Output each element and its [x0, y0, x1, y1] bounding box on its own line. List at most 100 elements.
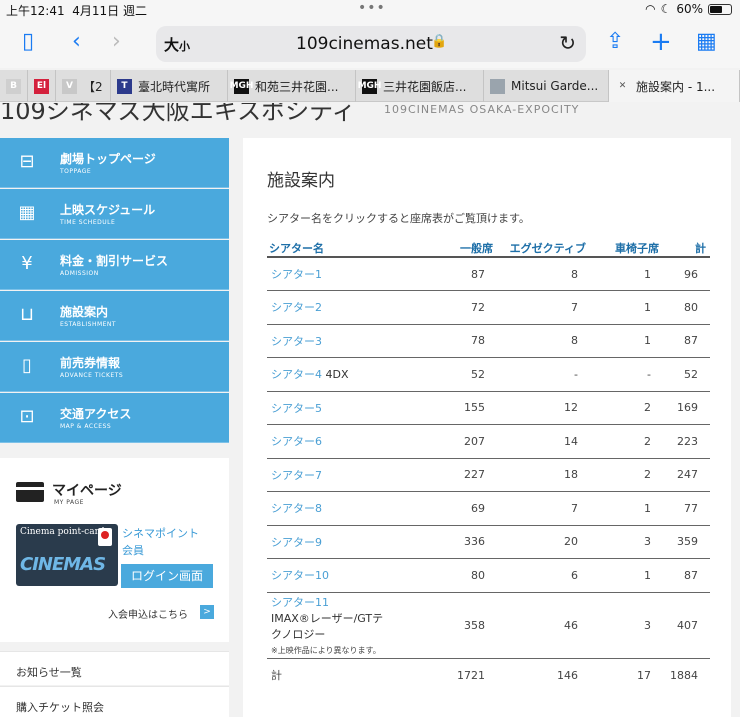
browser-tab[interactable]: ✕ 施設案内 - 1... — [609, 70, 740, 102]
executive-seats: 18 — [497, 458, 590, 492]
multitask-dots-icon[interactable]: ••• — [358, 0, 386, 16]
executive-seats: 6 — [497, 558, 590, 593]
wheelchair-seats: 1 — [590, 290, 663, 325]
sidebar-item-label: 前売券情報 — [60, 356, 121, 370]
sidebar-item-label: 施設案内 — [60, 305, 109, 319]
wifi-icon: ◠ — [645, 2, 656, 16]
back-icon[interactable]: ‹ — [72, 28, 81, 56]
general-seats: 336 — [397, 525, 497, 559]
wheelchair-seats: 2 — [590, 391, 663, 425]
forward-icon[interactable]: › — [112, 28, 121, 56]
theater-link[interactable]: シアター11 IMAX®レーザー/GTテクノロジー ※上映作品により異なります。 — [267, 592, 397, 659]
theater-link[interactable]: シアター1 — [267, 257, 397, 291]
point-member-link[interactable]: シネマポイント 会員 — [122, 525, 199, 559]
theater-tech: IMAX®レーザー/GTテクノロジー — [271, 612, 384, 641]
tab-label: Mitsui Garde... — [511, 79, 599, 93]
text-size-button[interactable]: 大小 — [164, 34, 190, 55]
table-row: シアター3 78 8 1 87 — [267, 324, 710, 358]
theater-link[interactable]: シアター6 — [267, 424, 397, 459]
theater-link[interactable]: シアター4 4DX — [267, 357, 397, 392]
theater-link[interactable]: シアター2 — [267, 290, 397, 325]
share-icon[interactable]: ⇪ — [606, 28, 624, 56]
sidebar-item[interactable]: ¥ 料金・割引サービス ADMISSION — [0, 240, 229, 290]
sidebar-item[interactable]: ⊟ 劇場トップページ TOPPAGE — [0, 138, 229, 188]
theater-link[interactable]: シアター9 — [267, 525, 397, 559]
browser-tab[interactable]: El — [28, 70, 56, 102]
table-row: シアター2 72 7 1 80 — [267, 290, 710, 325]
total-seats: 407 — [663, 592, 710, 659]
sidebar-item[interactable]: ▦ 上映スケジュール TIME SCHEDULE — [0, 189, 229, 239]
tab-favicon-icon: MGH — [358, 78, 381, 94]
sidebar-item-sublabel: ADMISSION — [60, 270, 99, 277]
login-button[interactable]: ログイン画面 — [121, 564, 213, 588]
sidebar-item[interactable]: ⊔ 施設案内 ESTABLISHMENT — [0, 291, 229, 341]
total-seats: 247 — [663, 458, 710, 492]
tab-favicon-icon: B — [6, 78, 21, 94]
tab-favicon-icon: MGH — [230, 78, 253, 94]
mypage-box: マイページ MY PAGE Cinema point-card CINEMAS … — [0, 458, 229, 642]
wheelchair-seats: 1 — [590, 257, 663, 291]
site-title: 109シネマズ大阪エキスポシティ — [0, 103, 356, 125]
wheelchair-seats: 3 — [590, 525, 663, 559]
sidebar-item[interactable]: ▯ 前売券情報 ADVANCE TICKETS — [0, 342, 229, 392]
point-card-logo-text: CINEMAS — [20, 554, 106, 575]
total-exec: 146 — [557, 668, 578, 682]
wheelchair-seats: 2 — [590, 458, 663, 492]
header-total: 計 — [663, 239, 710, 258]
browser-tab[interactable]: Mitsui Garde... — [484, 70, 609, 102]
executive-seats: 7 — [497, 290, 590, 325]
table-row: シアター9 336 20 3 359 — [267, 525, 710, 559]
sidebar-item-sublabel: TIME SCHEDULE — [60, 219, 116, 226]
total-wheel: 17 — [637, 668, 651, 682]
header-wheel: 車椅子席 — [590, 239, 663, 258]
browser-tab[interactable]: T 臺北時代寓所 — [111, 70, 228, 102]
facility-section: 施設案内 シアター名をクリックすると座席表がご覧頂けます。 シアター名 一般席 … — [243, 138, 731, 717]
total-seats: 169 — [663, 391, 710, 425]
table-row: シアター5 155 12 2 169 — [267, 391, 710, 425]
theater-link[interactable]: シアター10 — [267, 558, 397, 593]
tab-label: 臺北時代寓所 — [138, 79, 211, 94]
tab-favicon-icon: T — [117, 78, 132, 94]
url-text[interactable]: 109cinemas.net — [296, 34, 433, 54]
general-seats: 69 — [397, 491, 497, 526]
theater-note: 4DX — [325, 368, 349, 382]
wheelchair-seats: 2 — [590, 424, 663, 459]
table-row: シアター4 4DX 52- -52 — [267, 357, 710, 392]
table-row: シアター7 227 18 2 247 — [267, 458, 710, 492]
mypage-title: マイページ — [52, 483, 122, 499]
tab-label: 【2 — [83, 79, 103, 94]
tab-overview-icon[interactable]: ▦ — [696, 28, 717, 56]
browser-tab[interactable]: MGH 三井花園飯店... — [356, 70, 484, 102]
tab-bar: B El V 【2 T 臺北時代寓所 MGH 和苑三井花園... MGH 三井花園飯店... Mit… — [0, 70, 740, 102]
new-tab-icon[interactable]: + — [650, 28, 672, 56]
theater-link[interactable]: シアター5 — [267, 391, 397, 425]
apply-link[interactable]: 入会申込はこちら — [108, 606, 188, 621]
table-row: シアター10 80 6 1 87 — [267, 558, 710, 593]
tab-favicon-icon: El — [34, 78, 49, 94]
theater-link[interactable]: シアター7 — [267, 458, 397, 492]
sidebar-item-label: 上映スケジュール — [60, 203, 156, 217]
browser-tab[interactable]: V 【2 — [56, 70, 111, 102]
page-title: 施設案内 — [267, 171, 335, 191]
ticket-inquiry-link[interactable]: 購入チケット照会 — [0, 686, 229, 717]
reload-icon[interactable]: ↻ — [559, 31, 576, 55]
total-all: 1884 — [670, 668, 698, 682]
total-seats: 52 — [663, 357, 710, 392]
table-row: シアター8 69 7 1 77 — [267, 491, 710, 526]
wheelchair-seats: - — [590, 357, 663, 392]
general-seats: 207 — [397, 424, 497, 459]
browser-tab[interactable]: MGH 和苑三井花園... — [228, 70, 356, 102]
total-seats: 223 — [663, 424, 710, 459]
general-seats: 52 — [397, 357, 497, 392]
apply-arrow-button[interactable]: > — [200, 605, 214, 619]
news-list-link[interactable]: お知らせ一覧 — [0, 651, 229, 685]
theater-footnote: ※上映作品により異なります。 — [271, 646, 381, 655]
theater-link[interactable]: シアター8 — [267, 491, 397, 526]
sidebar-item[interactable]: ⊡ 交通アクセス MAP & ACCESS — [0, 393, 229, 443]
theater-link[interactable]: シアター3 — [267, 324, 397, 358]
theater-table: シアター名 一般席 エグゼクティブ 車椅子席 計 シアター1 87 8 1 96 シアタ… — [267, 239, 710, 692]
address-bar[interactable]: 大小 109cinemas.net 🔒 ↻ — [156, 26, 586, 62]
browser-tab[interactable]: B — [0, 70, 28, 102]
sidebar-icon[interactable]: ▯ — [22, 28, 34, 56]
close-tab-icon[interactable]: ✕ — [615, 79, 630, 94]
